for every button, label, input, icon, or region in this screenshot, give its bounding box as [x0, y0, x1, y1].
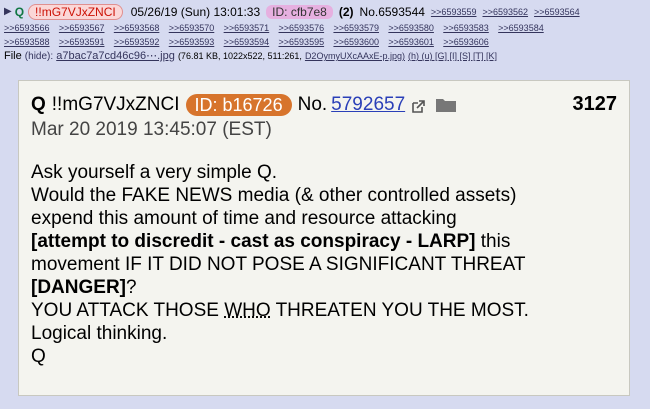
body-text: this — [475, 231, 511, 252]
drop-number: 3127 — [572, 93, 618, 115]
body-text: YOU ATTACK THOSE — [31, 300, 225, 321]
quoted-poster-name: Q — [31, 94, 46, 115]
backlink[interactable]: >>6593591 — [59, 37, 105, 47]
quoted-post-body: Ask yourself a very simple Q. Would the … — [31, 161, 619, 368]
backlink[interactable]: >>6593588 — [4, 37, 50, 47]
quoted-post-header: Q !!mG7VJxZNCI ID: b16726 No. 5792657 31… — [31, 93, 617, 117]
quoted-tripcode: !!mG7VJxZNCI — [51, 94, 180, 115]
backlinks-row: >>6593588 >>6593591 >>6593592 >>6593593 … — [4, 34, 644, 48]
backlinks-row: >>6593566 >>6593567 >>6593568 >>6593570 … — [4, 20, 644, 34]
backlink[interactable]: >>6593592 — [114, 37, 160, 47]
backlink[interactable]: >>6593568 — [114, 23, 160, 33]
folder-icon[interactable] — [435, 97, 457, 113]
bold-text: [attempt to discredit - cast as conspira… — [31, 231, 476, 252]
backlink[interactable]: >>6593600 — [333, 37, 379, 47]
file-search-links[interactable]: (h) (u) [G] [I] [S] [T] [K] — [408, 51, 497, 61]
hide-file-link[interactable]: (hide): — [25, 51, 53, 62]
body-line: YOU ATTACK THOSE WHO THREATEN YOU THE MO… — [31, 299, 619, 322]
backlink[interactable]: >>6593595 — [279, 37, 325, 47]
post-header: ▶ Q !!mG7VJxZNCI 05/26/19 (Sun) 13:01:33… — [4, 4, 644, 63]
post-info-row: ▶ Q !!mG7VJxZNCI 05/26/19 (Sun) 13:01:33… — [4, 4, 644, 20]
body-text: THREATEN YOU THE MOST. — [270, 300, 529, 321]
quoted-post-date: Mar 20 2019 13:45:07 (EST) — [31, 119, 272, 140]
post-menu-arrow-icon[interactable]: ▶ — [4, 5, 12, 19]
spellcheck-word: WHO — [224, 300, 271, 321]
body-line: [attempt to discredit - cast as conspira… — [31, 230, 619, 253]
quoted-no-label: No. — [297, 94, 328, 115]
file-label: File — [4, 50, 22, 62]
body-line: Q — [31, 346, 46, 367]
tripcode-badge: !!mG7VJxZNCI — [28, 4, 123, 20]
body-line: Would the FAKE NEWS media (& other contr… — [31, 185, 517, 206]
body-line: Ask yourself a very simple Q. — [31, 162, 278, 183]
backlink[interactable]: >>6593583 — [443, 23, 489, 33]
file-source-link[interactable]: D2OymyUXcAAxE-p.jpg) — [305, 51, 405, 61]
backlink[interactable]: >>6593571 — [224, 23, 270, 33]
body-text: ? — [126, 277, 137, 298]
backlink[interactable]: >>6593593 — [169, 37, 215, 47]
post-datetime: 05/26/19 (Sun) 13:01:33 — [130, 5, 261, 19]
poster-id-badge[interactable]: ID: cfb7e8 — [266, 5, 333, 19]
backlink[interactable]: >>6593570 — [169, 23, 215, 33]
backlink[interactable]: >>6593562 — [482, 5, 528, 19]
backlink[interactable]: >>6593584 — [498, 23, 544, 33]
body-line: movement IF IT DID NOT POSE A SIGNIFICAN… — [31, 254, 526, 275]
file-meta: (76.81 KB, 1022x522, 511:261, — [177, 51, 302, 61]
poster-name: Q — [14, 5, 25, 19]
reply-count: (2) — [338, 5, 354, 19]
quoted-post-link[interactable]: 5792657 — [331, 94, 405, 116]
backlink[interactable]: >>6593559 — [431, 5, 477, 19]
post-number-link[interactable]: No.6593544 — [360, 5, 425, 19]
backlink[interactable]: >>6593576 — [279, 23, 325, 33]
backlink[interactable]: >>6593564 — [534, 5, 580, 19]
body-line: [DANGER]? — [31, 276, 619, 299]
backlink[interactable]: >>6593567 — [59, 23, 105, 33]
backlink[interactable]: >>6593606 — [443, 37, 489, 47]
file-info-row: File (hide): a7bac7a7cd46c96⋯.jpg (76.81… — [4, 49, 644, 63]
backlink[interactable]: >>6593579 — [333, 23, 379, 33]
quoted-id-badge: ID: b16726 — [185, 94, 292, 116]
file-name-link[interactable]: a7bac7a7cd46c96⋯.jpg — [56, 50, 175, 62]
body-line: Logical thinking. — [31, 323, 168, 344]
quoted-post-card: Q !!mG7VJxZNCI ID: b16726 No. 5792657 31… — [18, 80, 630, 396]
backlink[interactable]: >>6593601 — [388, 37, 434, 47]
bold-text: [DANGER] — [31, 277, 126, 298]
backlink[interactable]: >>6593566 — [4, 23, 50, 33]
body-line: expend this amount of time and resource … — [31, 208, 457, 229]
backlink[interactable]: >>6593594 — [224, 37, 270, 47]
external-link-icon[interactable] — [411, 98, 425, 113]
backlink[interactable]: >>6593580 — [388, 23, 434, 33]
